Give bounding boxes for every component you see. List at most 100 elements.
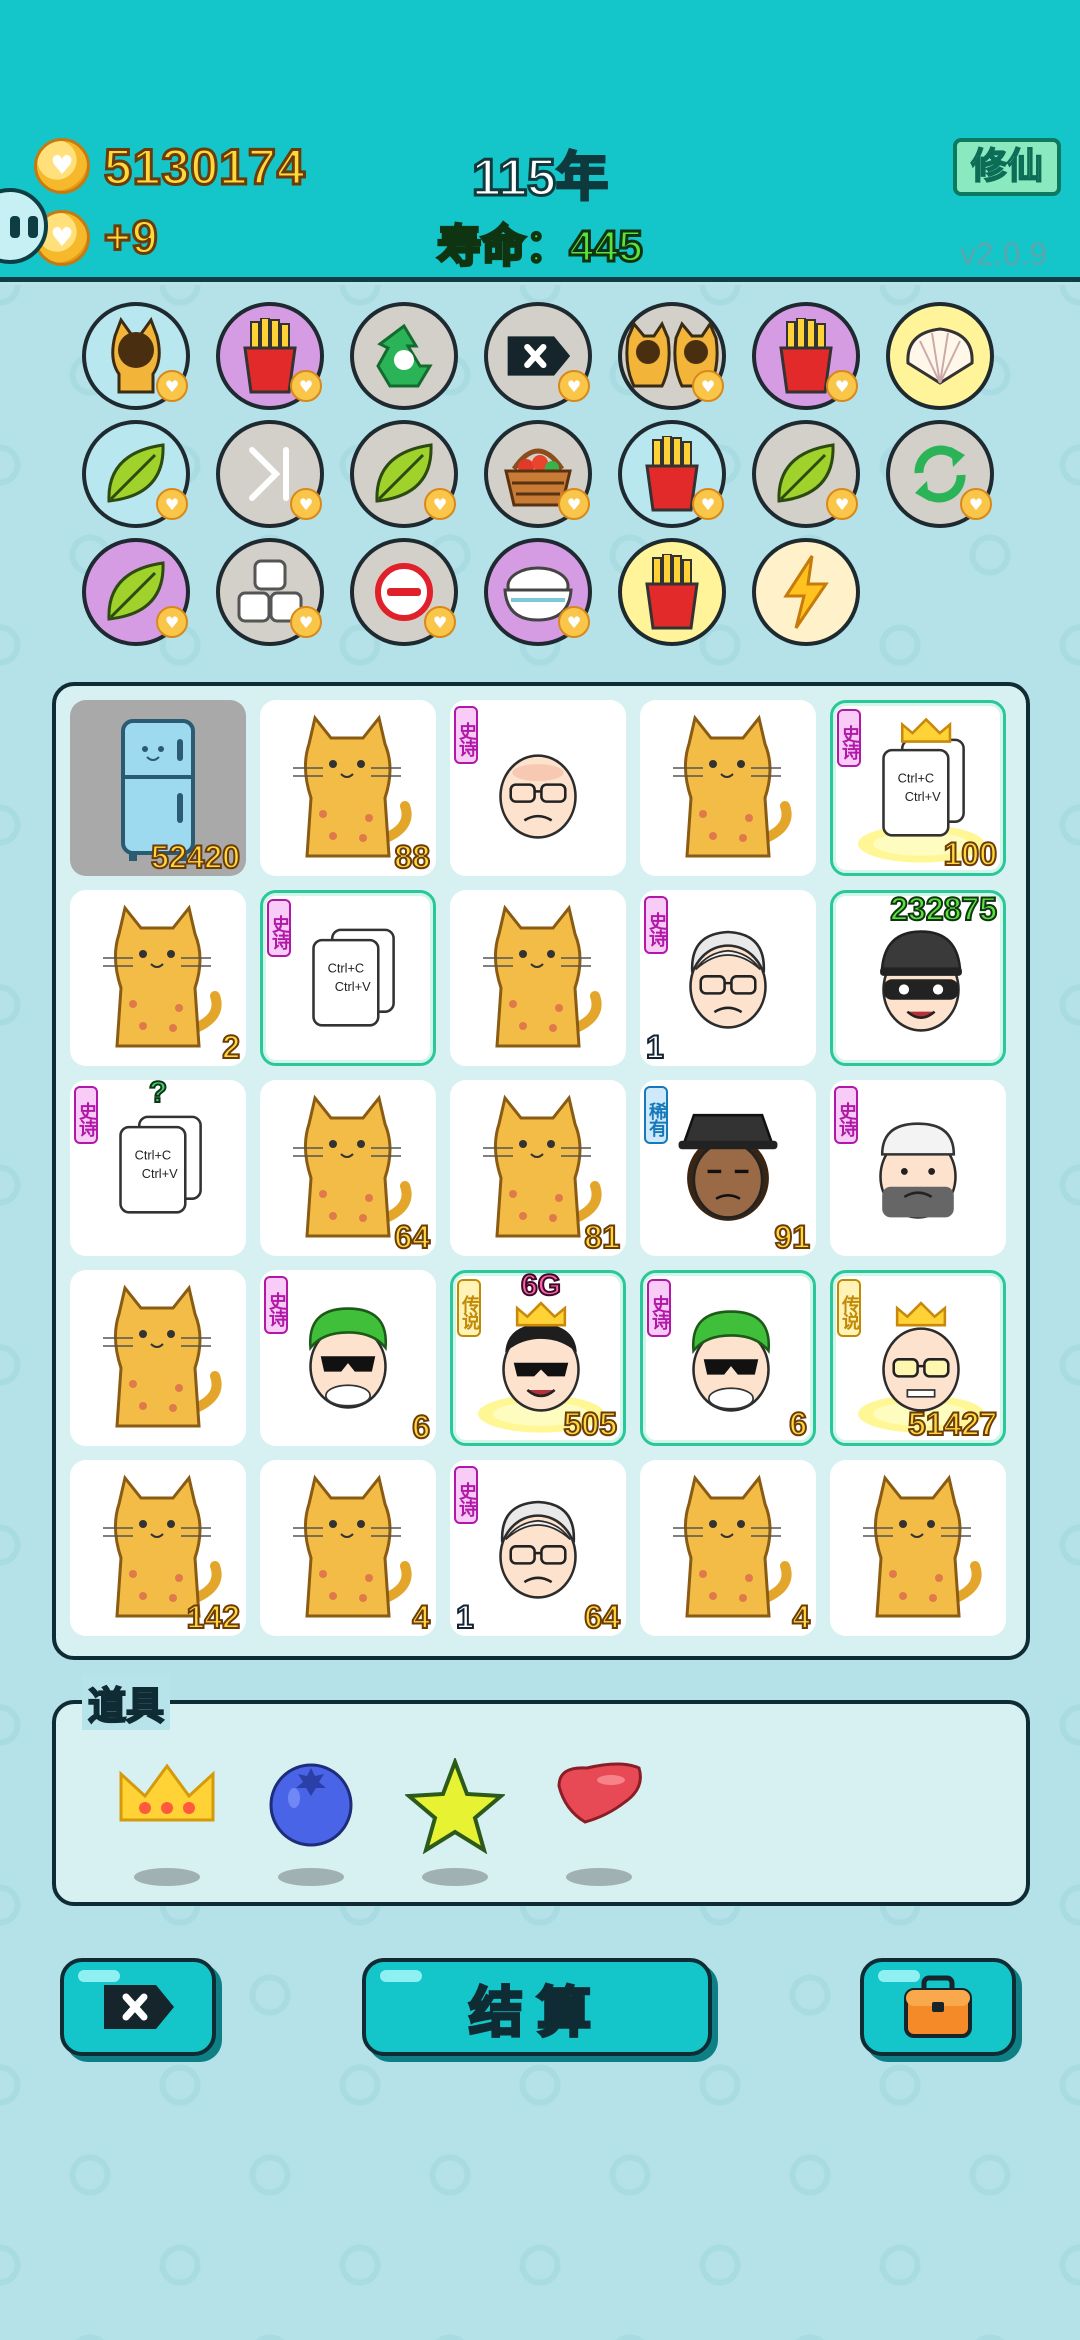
skill-leaf-button[interactable]: ♥ — [752, 420, 860, 528]
board-cell-cat[interactable]: 4 — [640, 1460, 816, 1636]
skill-leaf-button[interactable]: ♥ — [82, 420, 190, 528]
board-cell-green-hair[interactable]: 史诗 6 — [640, 1270, 816, 1446]
skill-refresh-button[interactable]: ♥ — [886, 420, 994, 528]
cell-left-count: 1 — [455, 1598, 475, 1636]
cell-count: 88 — [393, 838, 431, 876]
briefcase-icon — [904, 1975, 972, 2038]
cell-count: 100 — [943, 835, 998, 873]
recycle-icon — [368, 320, 440, 392]
skill-leaf-button[interactable]: ♥ — [82, 538, 190, 646]
crown-icon — [112, 1758, 222, 1828]
skill-fries-button[interactable] — [618, 538, 726, 646]
item-shadow — [566, 1868, 632, 1886]
skill-cubes-button[interactable]: ♥ — [216, 538, 324, 646]
lifespan-display: 寿命：445 — [436, 221, 644, 273]
board-cell-bald-glasses[interactable]: 史诗 — [450, 700, 626, 876]
skill-basket-button[interactable]: ♥ — [484, 420, 592, 528]
skill-fries-button[interactable]: ♥ — [618, 420, 726, 528]
heart-badge-icon: ♥ — [558, 488, 590, 520]
svg-text:Ctrl+C: Ctrl+C — [898, 770, 935, 785]
blueberry-icon — [256, 1758, 366, 1848]
skill-fries-button[interactable]: ♥ — [752, 302, 860, 410]
skill-shell-button[interactable] — [886, 302, 994, 410]
heart-badge-icon: ♥ — [290, 370, 322, 402]
skill-grid: ♥ ♥ ♥ ♥ ♥ ♥ ♥ ♥ ♥ ♥ ♥ ♥ ♥ ♥ ♥ ♥ — [82, 302, 1002, 652]
rarity-tag: 史诗 — [647, 1279, 671, 1337]
skill-cat-face-button[interactable]: ♥ — [82, 302, 190, 410]
svg-text:Ctrl+V: Ctrl+V — [142, 1166, 178, 1181]
board-cell-cat[interactable]: 4 — [260, 1460, 436, 1636]
skill-minus-circle-button[interactable]: ♥ — [350, 538, 458, 646]
board-cell-thief[interactable]: 232875 — [830, 890, 1006, 1066]
heart-badge-icon: ♥ — [424, 606, 456, 638]
cell-count: 51427 — [907, 1405, 998, 1443]
heart-badge-icon: ♥ — [558, 370, 590, 402]
close-tag-icon — [104, 1985, 174, 2029]
board-cell-old-man[interactable]: 史诗 64 1 — [450, 1460, 626, 1636]
svg-text:Ctrl+C: Ctrl+C — [328, 960, 365, 975]
cell-count: 6 — [788, 1405, 808, 1443]
svg-text:Ctrl+V: Ctrl+V — [335, 979, 371, 994]
board-cell-cat[interactable] — [640, 700, 816, 876]
settle-label: 结算 — [468, 1979, 605, 2045]
cell-top-mark: 6G — [520, 1270, 562, 1303]
item-blueberry-button[interactable] — [256, 1758, 366, 1886]
delete-button[interactable] — [60, 1958, 216, 2056]
board-cell-copy[interactable]: Ctrl+C Ctrl+V 史诗 100 — [830, 700, 1006, 876]
cat-icon — [640, 700, 816, 876]
top-status-bar: ♥ 5130174 ♥ +9 115年 寿命：445 修仙 v2.0.9 — [0, 0, 1080, 282]
skill-close-tag-button[interactable]: ♥ — [484, 302, 592, 410]
board-cell-cat[interactable] — [830, 1460, 1006, 1636]
skill-leaf-button[interactable]: ♥ — [350, 420, 458, 528]
item-shadow — [278, 1868, 344, 1886]
board-cell-cat[interactable]: 81 — [450, 1080, 626, 1256]
heart-badge-icon: ♥ — [290, 488, 322, 520]
shell-icon — [902, 323, 978, 389]
lightning-icon — [778, 554, 834, 630]
heart-badge-icon: ♥ — [424, 488, 456, 520]
cat-icon — [260, 1460, 436, 1636]
xiuxian-button[interactable]: 修仙 — [953, 138, 1061, 196]
skill-cat-duo-button[interactable]: ♥ — [618, 302, 726, 410]
board-cell-cat[interactable]: 88 — [260, 700, 436, 876]
board-cell-cat[interactable]: 142 — [70, 1460, 246, 1636]
board-cell-king-old[interactable]: 传说 51427 — [830, 1270, 1006, 1446]
settle-button[interactable]: 结算 — [362, 1958, 712, 2056]
item-star-button[interactable] — [400, 1758, 510, 1886]
heart-badge-icon: ♥ — [692, 488, 724, 520]
item-liver-button[interactable] — [544, 1758, 654, 1886]
rarity-tag: 史诗 — [264, 1276, 288, 1334]
skill-fries-button[interactable]: ♥ — [216, 302, 324, 410]
cat-icon — [640, 1460, 816, 1636]
cell-count: 505 — [563, 1405, 618, 1443]
cell-count: 64 — [583, 1598, 621, 1636]
rarity-tag: 史诗 — [454, 1466, 478, 1524]
board-cell-cap-beard[interactable]: 史诗 — [830, 1080, 1006, 1256]
board-cell-green-hair[interactable]: 史诗 6 — [260, 1270, 436, 1446]
board-cell-fridge[interactable]: 52420 — [70, 700, 246, 876]
board-cell-copy[interactable]: Ctrl+C Ctrl+V 史诗 — [260, 890, 436, 1066]
board-cell-king-shades[interactable]: 传说 6G 505 — [450, 1270, 626, 1446]
rarity-tag: 稀有 — [644, 1086, 668, 1144]
cell-top-mark: ? — [148, 1080, 168, 1110]
board-cell-bucket-hat[interactable]: 稀有 91 — [640, 1080, 816, 1256]
items-panel — [52, 1700, 1030, 1906]
board-cell-copy[interactable]: Ctrl+C Ctrl+V 史诗? — [70, 1080, 246, 1256]
skill-recycle-button[interactable] — [350, 302, 458, 410]
skill-skip-button[interactable]: ♥ — [216, 420, 324, 528]
cat-icon — [70, 1270, 246, 1446]
skill-lightning-button[interactable] — [752, 538, 860, 646]
board-cell-cat[interactable]: 64 — [260, 1080, 436, 1256]
board-cell-cat[interactable] — [70, 1270, 246, 1446]
rarity-tag: 传说 — [837, 1279, 861, 1337]
heart-badge-icon: ♥ — [156, 370, 188, 402]
board-cell-old-man[interactable]: 史诗 1 — [640, 890, 816, 1066]
backpack-button[interactable] — [860, 1958, 1016, 2056]
item-crown-button[interactable] — [112, 1758, 222, 1886]
cell-count: 142 — [186, 1598, 241, 1636]
board-cell-cat[interactable]: 2 — [70, 890, 246, 1066]
cell-count: 81 — [583, 1218, 621, 1256]
board-cell-cat[interactable] — [450, 890, 626, 1066]
heart-badge-icon: ♥ — [290, 606, 322, 638]
skill-rice-bowl-button[interactable]: ♥ — [484, 538, 592, 646]
